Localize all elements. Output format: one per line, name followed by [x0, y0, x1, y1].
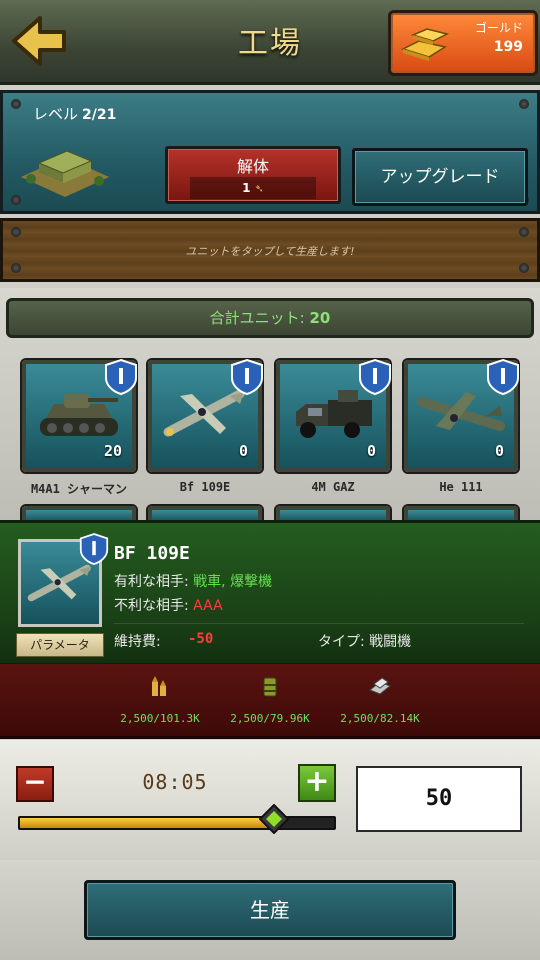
unit-type: タイプ: 戦闘機: [318, 631, 411, 651]
dismantle-cost-value: 1: [242, 181, 251, 195]
divider: [114, 623, 524, 624]
unit-card-next-row[interactable]: [404, 506, 518, 520]
wrench-icon: ➴: [254, 182, 264, 195]
unit-count: 0: [366, 442, 376, 460]
unit-count: 0: [238, 442, 248, 460]
total-units-bar: 合計ユニット: 20: [6, 298, 534, 338]
rank-shield-icon: [359, 358, 391, 396]
unit-portrait: [18, 533, 109, 627]
weak-against-label: 不利な相手:: [114, 598, 189, 614]
level-panel: レベル 2/21 解体 1 ➴ アップグレード: [0, 90, 540, 214]
dismantle-label: 解体: [236, 157, 269, 176]
unit-card-bf109e[interactable]: 0: [148, 358, 263, 472]
hint-text: ユニットをタップして生産します!: [185, 245, 355, 258]
rivet: [11, 263, 21, 273]
weak-against-row: 不利な相手: AAA: [114, 595, 223, 615]
unit-name: He 111: [439, 480, 483, 494]
unit-type-value: 戦闘機: [369, 634, 412, 650]
slider-thumb[interactable]: [259, 804, 290, 834]
produce-button[interactable]: 生産: [84, 880, 456, 940]
strong-against-row: 有利な相手: 戦車, 爆撃機: [114, 571, 272, 591]
upkeep-value: -50: [188, 631, 214, 647]
quantity-panel: − 08:05 + 50: [0, 740, 540, 860]
units-list[interactable]: 合計ユニット: 20 20 M4A1 シャーマン 0 Bf 109E 0 4M …: [0, 288, 540, 520]
unit-card-next-row[interactable]: [148, 506, 262, 520]
increase-button[interactable]: +: [298, 764, 336, 802]
rank-shield-icon: [105, 358, 137, 396]
rivet: [519, 263, 529, 273]
slider-fill: [20, 818, 275, 828]
gold-value: 199: [493, 39, 523, 55]
fuel-cost: 2,500/79.96K: [230, 712, 310, 725]
ammo-icon: [152, 676, 166, 696]
footer: 生産: [0, 860, 540, 960]
level-value: 2/21: [82, 107, 117, 123]
rank-shield-icon: [79, 533, 109, 565]
unit-card-4m-gaz[interactable]: 0: [276, 358, 391, 472]
steel-cost: 2,500/82.14K: [340, 712, 420, 725]
rivet: [519, 99, 529, 109]
unit-type-label: タイプ:: [318, 634, 365, 650]
unit-name: 4M GAZ: [311, 480, 355, 494]
production-time: 08:05: [142, 770, 208, 794]
factory-building-icon: [21, 150, 109, 197]
fuel-barrel-icon: [263, 677, 277, 697]
ammo-cost: 2,500/101.3K: [120, 712, 200, 725]
unit-count: 0: [494, 442, 504, 460]
upgrade-button[interactable]: アップグレード: [352, 148, 528, 206]
unit-name: M4A1 シャーマン: [30, 482, 128, 496]
rank-shield-icon: [487, 358, 519, 396]
hint-panel: ユニットをタップして生産します!: [0, 218, 540, 282]
unit-card-next-row[interactable]: [276, 506, 390, 520]
total-units-label: 合計ユニット:: [209, 309, 305, 327]
upkeep-label: 維持費:: [114, 634, 161, 650]
weak-against-value: AAA: [193, 598, 223, 614]
unit-name: Bf 109E: [179, 480, 231, 494]
gold-counter[interactable]: ゴールド 199: [388, 10, 538, 76]
unit-card-m4a1[interactable]: 20: [22, 358, 137, 472]
unit-card-he111[interactable]: 0: [404, 358, 519, 472]
unit-card-next-row[interactable]: [22, 506, 136, 520]
strong-against-label: 有利な相手:: [114, 574, 189, 590]
level-label: レベル 2/21: [33, 103, 116, 124]
dismantle-button[interactable]: 解体 1 ➴: [165, 146, 341, 204]
rivet: [11, 99, 21, 109]
dismantle-cost: 1 ➴: [190, 177, 316, 199]
strong-against-value: 戦車, 爆撃機: [193, 574, 273, 590]
parameters-button[interactable]: パラメータ: [16, 633, 104, 657]
top-bar: 工場 ゴールド 199: [0, 0, 540, 85]
decrease-button[interactable]: −: [16, 766, 54, 802]
gold-bars-icon: [400, 28, 450, 61]
unit-detail-name: BF 109E: [114, 543, 190, 564]
rivet: [519, 227, 529, 237]
rivet: [11, 227, 21, 237]
level-label-text: レベル: [33, 105, 79, 123]
steel-icon: [369, 677, 391, 695]
rank-shield-icon: [231, 358, 263, 396]
quantity-input[interactable]: 50: [356, 766, 522, 832]
gold-label: ゴールド: [474, 21, 523, 35]
unit-count: 20: [103, 442, 122, 460]
resource-cost-panel: 2,500/101.3K 2,500/79.96K 2,500/82.14K: [0, 664, 540, 739]
total-units-value: 20: [309, 309, 331, 327]
unit-detail-panel: パラメータ BF 109E 有利な相手: 戦車, 爆撃機 不利な相手: AAA …: [0, 520, 540, 666]
